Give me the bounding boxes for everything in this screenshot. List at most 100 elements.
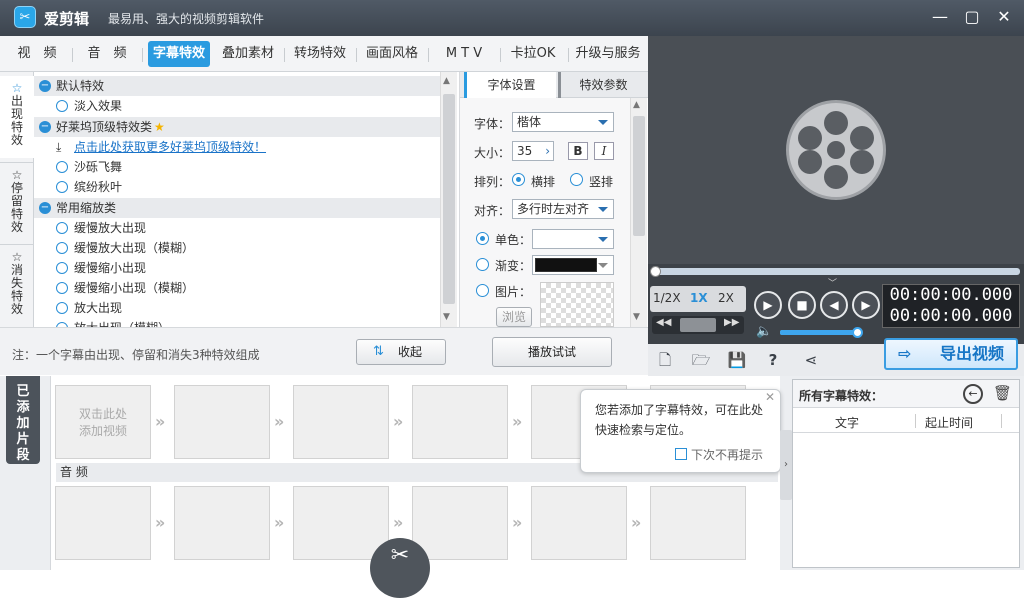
video-slot[interactable]: [293, 385, 389, 459]
radio-icon[interactable]: [56, 302, 68, 314]
bold-button[interactable]: B: [568, 142, 588, 160]
radio-icon[interactable]: [56, 181, 68, 193]
jog-wheel[interactable]: ◀◀ ▶▶: [652, 316, 744, 334]
collapse-icon[interactable]: −: [39, 121, 51, 133]
audio-slot[interactable]: [412, 486, 508, 560]
audio-slot[interactable]: [531, 486, 627, 560]
list-item[interactable]: 缓慢放大出现（模糊）: [34, 238, 440, 258]
image-radio[interactable]: [476, 284, 489, 297]
tab-video[interactable]: 视 频: [8, 41, 66, 67]
collapse-icon[interactable]: −: [39, 80, 51, 92]
video-slot[interactable]: [412, 385, 508, 459]
export-video-button[interactable]: ⇨ 导出视频: [884, 338, 1018, 370]
add-video-slot[interactable]: 双击此处 添加视频: [55, 385, 151, 459]
solid-color-radio[interactable]: [476, 232, 489, 245]
tab-karaoke[interactable]: 卡拉OK: [504, 41, 562, 67]
stop-button[interactable]: ■: [788, 291, 816, 319]
maximize-button[interactable]: ▢: [960, 6, 984, 28]
side-tab-disappear[interactable]: ☆ 消失特效: [0, 244, 34, 324]
panel-toggle-handle[interactable]: ›: [780, 430, 792, 500]
size-input[interactable]: 35 ›: [512, 141, 554, 161]
align-select[interactable]: 多行时左对齐: [512, 199, 614, 219]
help-icon[interactable]: ?: [762, 350, 784, 370]
gradient-picker[interactable]: [532, 255, 614, 275]
close-button[interactable]: ✕: [992, 6, 1016, 28]
list-item[interactable]: 缤纷秋叶: [34, 177, 440, 197]
audio-slot[interactable]: [174, 486, 270, 560]
download-more-link[interactable]: 点击此处获取更多好莱坞顶级特效！: [74, 137, 266, 157]
chevron-down-icon[interactable]: ﹀: [828, 276, 837, 289]
locate-icon[interactable]: ←: [963, 384, 983, 404]
list-item[interactable]: 缓慢缩小出现: [34, 258, 440, 278]
tab-overlay[interactable]: 叠加素材: [216, 41, 280, 67]
solid-color-picker[interactable]: [532, 229, 614, 249]
open-folder-icon[interactable]: 🗁: [690, 350, 712, 370]
no-remind-checkbox[interactable]: [675, 448, 687, 460]
scroll-up-icon[interactable]: ▲: [633, 100, 640, 110]
list-item[interactable]: 缓慢缩小出现（模糊）: [34, 278, 440, 298]
tab-transition[interactable]: 转场特效: [288, 41, 352, 67]
list-item[interactable]: 放大出现: [34, 298, 440, 318]
side-tab-appear[interactable]: ☆ 出现特效: [0, 76, 34, 158]
gradient-radio[interactable]: [476, 258, 489, 271]
speed-half-button[interactable]: 1/2X: [653, 291, 681, 305]
trash-icon[interactable]: 🗑: [993, 384, 1012, 402]
download-more-row[interactable]: ⤓ 点击此处获取更多好莱坞顶级特效！: [34, 137, 440, 157]
added-clips-tab[interactable]: 已添加片段: [6, 376, 40, 464]
volume-icon[interactable]: 🔈: [756, 324, 772, 339]
radio-icon[interactable]: [56, 262, 68, 274]
tab-effect-params[interactable]: 特效参数: [558, 72, 646, 98]
next-frame-button[interactable]: ▶: [852, 291, 880, 319]
progress-handle[interactable]: [650, 266, 661, 277]
radio-icon[interactable]: [56, 161, 68, 173]
scroll-thumb[interactable]: [633, 116, 645, 236]
play-button[interactable]: ▶: [754, 291, 782, 319]
rewind-icon[interactable]: ◀◀: [656, 317, 671, 328]
category-hollywood[interactable]: − 好莱坞顶级特效类 ★: [34, 117, 440, 137]
effect-list-scrollbar[interactable]: ▲ ▼: [440, 72, 457, 327]
jog-handle[interactable]: [680, 318, 716, 332]
previous-frame-button[interactable]: ◀: [820, 291, 848, 319]
scroll-thumb[interactable]: [443, 94, 455, 304]
tab-style[interactable]: 画面风格: [360, 41, 424, 67]
browse-button[interactable]: 浏览: [496, 307, 532, 327]
scroll-up-icon[interactable]: ▲: [443, 76, 450, 86]
fast-forward-icon[interactable]: ▶▶: [724, 317, 739, 328]
preview-play-button[interactable]: 播放试试: [492, 337, 612, 367]
tab-subtitle-effects[interactable]: 字幕特效: [148, 41, 210, 67]
tab-font-settings[interactable]: 字体设置: [464, 72, 556, 98]
list-item[interactable]: 淡入效果: [34, 96, 440, 116]
share-icon[interactable]: ⋖: [800, 350, 822, 370]
tooltip-close-icon[interactable]: ✕: [765, 390, 775, 404]
list-item[interactable]: 沙砾飞舞: [34, 157, 440, 177]
scroll-down-icon[interactable]: ▼: [443, 312, 450, 322]
list-item[interactable]: 缓慢放大出现: [34, 218, 440, 238]
side-tab-stay[interactable]: ☆ 停留特效: [0, 162, 34, 242]
progress-track[interactable]: [652, 268, 1020, 275]
list-item[interactable]: 放大出现（模糊）: [34, 318, 440, 327]
italic-button[interactable]: I: [594, 142, 614, 160]
horizontal-radio[interactable]: [512, 173, 525, 186]
category-default[interactable]: − 默认特效: [34, 76, 440, 96]
vertical-radio[interactable]: [570, 173, 583, 186]
tab-upgrade[interactable]: 升级与服务: [572, 41, 644, 67]
tab-mtv[interactable]: M T V: [434, 41, 494, 67]
volume-slider[interactable]: [780, 330, 858, 335]
audio-slot[interactable]: [55, 486, 151, 560]
volume-handle[interactable]: [852, 327, 863, 338]
category-zoom[interactable]: − 常用缩放类: [34, 198, 440, 218]
collapse-button[interactable]: ⇅ 收起: [356, 339, 446, 365]
speed-1x-button[interactable]: 1X: [690, 291, 708, 305]
speed-2x-button[interactable]: 2X: [718, 291, 734, 305]
font-select[interactable]: 楷体: [512, 112, 614, 132]
radio-icon[interactable]: [56, 242, 68, 254]
radio-icon[interactable]: [56, 222, 68, 234]
save-icon[interactable]: 💾: [726, 350, 748, 370]
settings-scrollbar[interactable]: ▲ ▼: [630, 98, 647, 327]
collapse-icon[interactable]: −: [39, 202, 51, 214]
minimize-button[interactable]: —: [928, 6, 952, 28]
tab-audio[interactable]: 音 频: [78, 41, 136, 67]
scissors-icon[interactable]: ✂: [370, 538, 430, 598]
video-slot[interactable]: [174, 385, 270, 459]
scroll-down-icon[interactable]: ▼: [633, 312, 640, 322]
